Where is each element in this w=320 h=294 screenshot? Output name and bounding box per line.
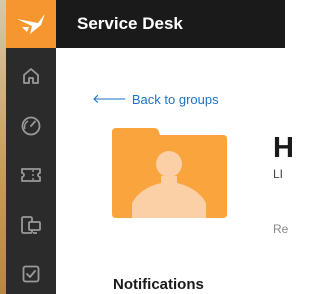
back-to-groups-link[interactable]: 🡐 Back to groups [92,91,219,107]
top-bar: Service Desk [56,0,285,48]
app-logo[interactable] [6,0,56,48]
checkbox-tasks-icon [22,265,40,283]
group-meta: Re [273,222,289,236]
sidebar-item-devices[interactable] [6,205,56,245]
arrow-left-icon: 🡐 [92,91,127,106]
group-folder-user-icon [112,128,227,218]
app-title: Service Desk [77,14,183,33]
group-name: H [273,132,294,164]
sidebar [6,0,56,294]
sidebar-item-dashboard[interactable] [6,106,56,146]
group-avatar [112,128,227,223]
sidebar-item-tickets[interactable] [6,155,56,195]
devices-icon [21,216,41,234]
back-link-label: Back to groups [131,91,219,107]
dashboard-gauge-icon [21,116,41,136]
sidebar-item-home[interactable] [6,56,56,96]
ticket-icon [21,168,41,182]
solarwinds-logo-icon [17,14,45,34]
group-subtitle: LI [273,167,284,181]
sidebar-item-tasks[interactable] [6,254,56,294]
home-icon [23,68,39,84]
notifications-section-title: Notifications [113,276,204,293]
